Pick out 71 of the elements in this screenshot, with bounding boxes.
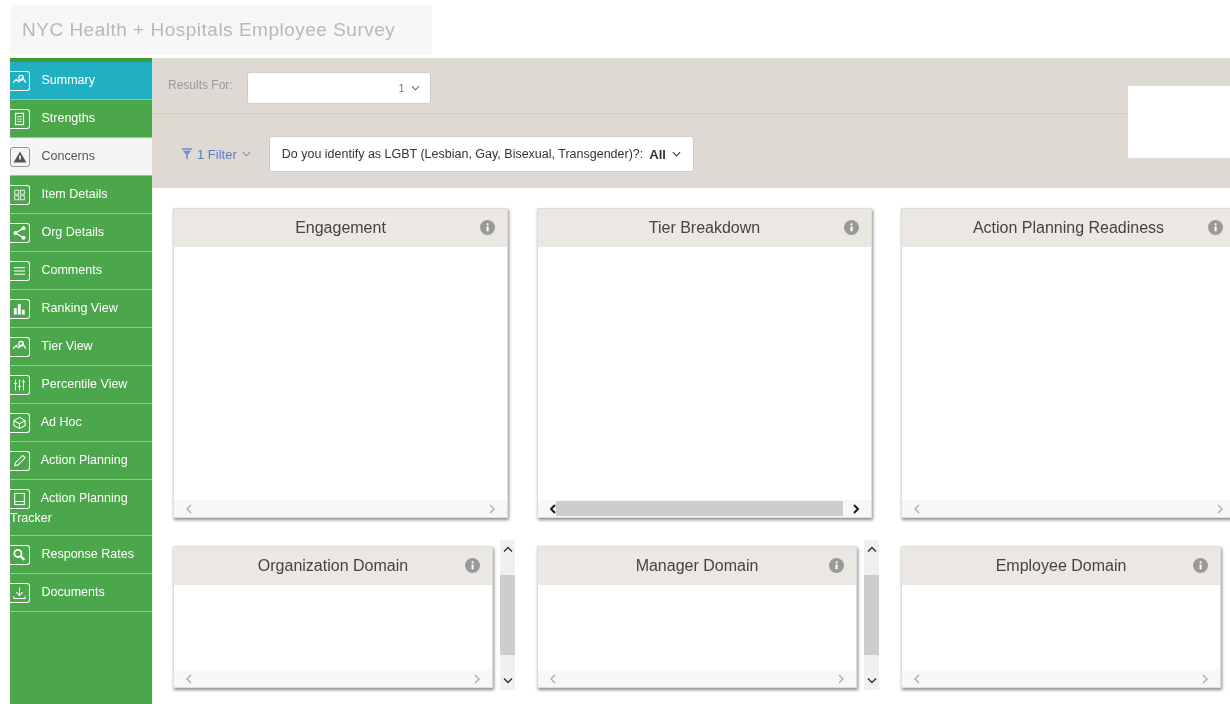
chevron-left-icon	[550, 673, 556, 684]
sidebar-item[interactable]: Tier View	[10, 328, 152, 366]
info-icon[interactable]	[480, 220, 495, 235]
sidebar-item[interactable]: Org Details	[10, 214, 152, 252]
results-for-label: Results For:	[168, 78, 233, 92]
sidebar-item[interactable]: Item Details	[10, 176, 152, 214]
info-icon[interactable]	[829, 558, 844, 573]
horizontal-scrollbar[interactable]	[902, 670, 1220, 687]
sidebar-item[interactable]: Ad Hoc	[10, 404, 152, 442]
card-title: Employee Domain	[995, 557, 1127, 575]
filter-dropdown[interactable]: Do you identify as LGBT (Lesbian, Gay, Bisexual, Transgender)?: All	[268, 136, 694, 172]
chevron-down-icon	[866, 677, 877, 684]
chevron-down-icon	[410, 85, 420, 91]
filter-button[interactable]: 1 Filter	[182, 146, 251, 162]
sliders-icon	[10, 375, 30, 395]
chart-icon	[10, 71, 30, 91]
sidebar-item[interactable]: Summary	[10, 62, 152, 100]
bar-chart-icon	[10, 299, 30, 319]
card-title: Tier Breakdown	[648, 219, 761, 237]
horizontal-scrollbar[interactable]	[538, 670, 856, 687]
chevron-down-icon	[502, 677, 513, 684]
funnel-icon	[182, 148, 192, 160]
horizontal-scrollbar[interactable]	[174, 500, 507, 517]
chevron-right-icon	[1202, 673, 1208, 684]
sidebar-item[interactable]: Percentile View	[10, 366, 152, 404]
chevron-up-icon	[502, 546, 513, 553]
sidebar-item[interactable]: Documents	[10, 574, 152, 612]
info-icon[interactable]	[1193, 558, 1208, 573]
card-title: Organization Domain	[257, 557, 409, 575]
card-title: Action Planning Readiness	[972, 219, 1165, 237]
sidebar-item[interactable]: Response Rates	[10, 536, 152, 574]
chevron-left-icon	[186, 503, 192, 514]
tray-icon	[10, 489, 30, 509]
horizontal-scrollbar[interactable]	[902, 500, 1230, 517]
chevron-right-icon	[474, 673, 480, 684]
card-title: Engagement	[295, 219, 386, 237]
vertical-scrollbar[interactable]	[864, 540, 879, 690]
chart-icon	[10, 337, 30, 357]
download-icon	[10, 583, 30, 603]
share-icon	[10, 223, 30, 243]
sidebar-item[interactable]: Ranking View	[10, 290, 152, 328]
sidebar-item[interactable]: Action Planning Tracker	[10, 480, 152, 536]
sidebar-item[interactable]: Comments	[10, 252, 152, 290]
info-icon[interactable]	[465, 558, 480, 573]
sidebar-item[interactable]: Action Planning	[10, 442, 152, 480]
card-title: Manager Domain	[635, 557, 759, 575]
chevron-down-icon	[241, 151, 251, 157]
chevron-left-icon	[914, 503, 920, 514]
search-icon	[10, 545, 30, 565]
chevron-left-icon	[914, 673, 920, 684]
vertical-scrollbar[interactable]	[500, 540, 515, 690]
horizontal-scrollbar[interactable]	[174, 670, 492, 687]
chevron-down-icon	[671, 151, 681, 157]
lines-icon	[10, 261, 30, 281]
chevron-up-icon	[866, 546, 877, 553]
warning-icon	[10, 147, 30, 167]
app-title: NYC Health + Hospitals Employee Survey	[22, 19, 396, 41]
chevron-right-icon	[489, 503, 495, 514]
chevron-right-icon	[853, 503, 859, 514]
results-for-dropdown[interactable]: 1	[246, 72, 431, 104]
pencil-icon	[10, 451, 30, 471]
cube-icon	[10, 413, 30, 433]
info-icon[interactable]	[844, 220, 859, 235]
clipboard-icon	[10, 109, 30, 129]
chevron-left-icon	[186, 673, 192, 684]
chevron-right-icon	[838, 673, 844, 684]
info-icon[interactable]	[1208, 220, 1223, 235]
grid-icon	[10, 185, 30, 205]
chevron-right-icon	[1217, 503, 1223, 514]
horizontal-scrollbar[interactable]	[538, 500, 871, 517]
chevron-left-icon	[550, 503, 556, 514]
